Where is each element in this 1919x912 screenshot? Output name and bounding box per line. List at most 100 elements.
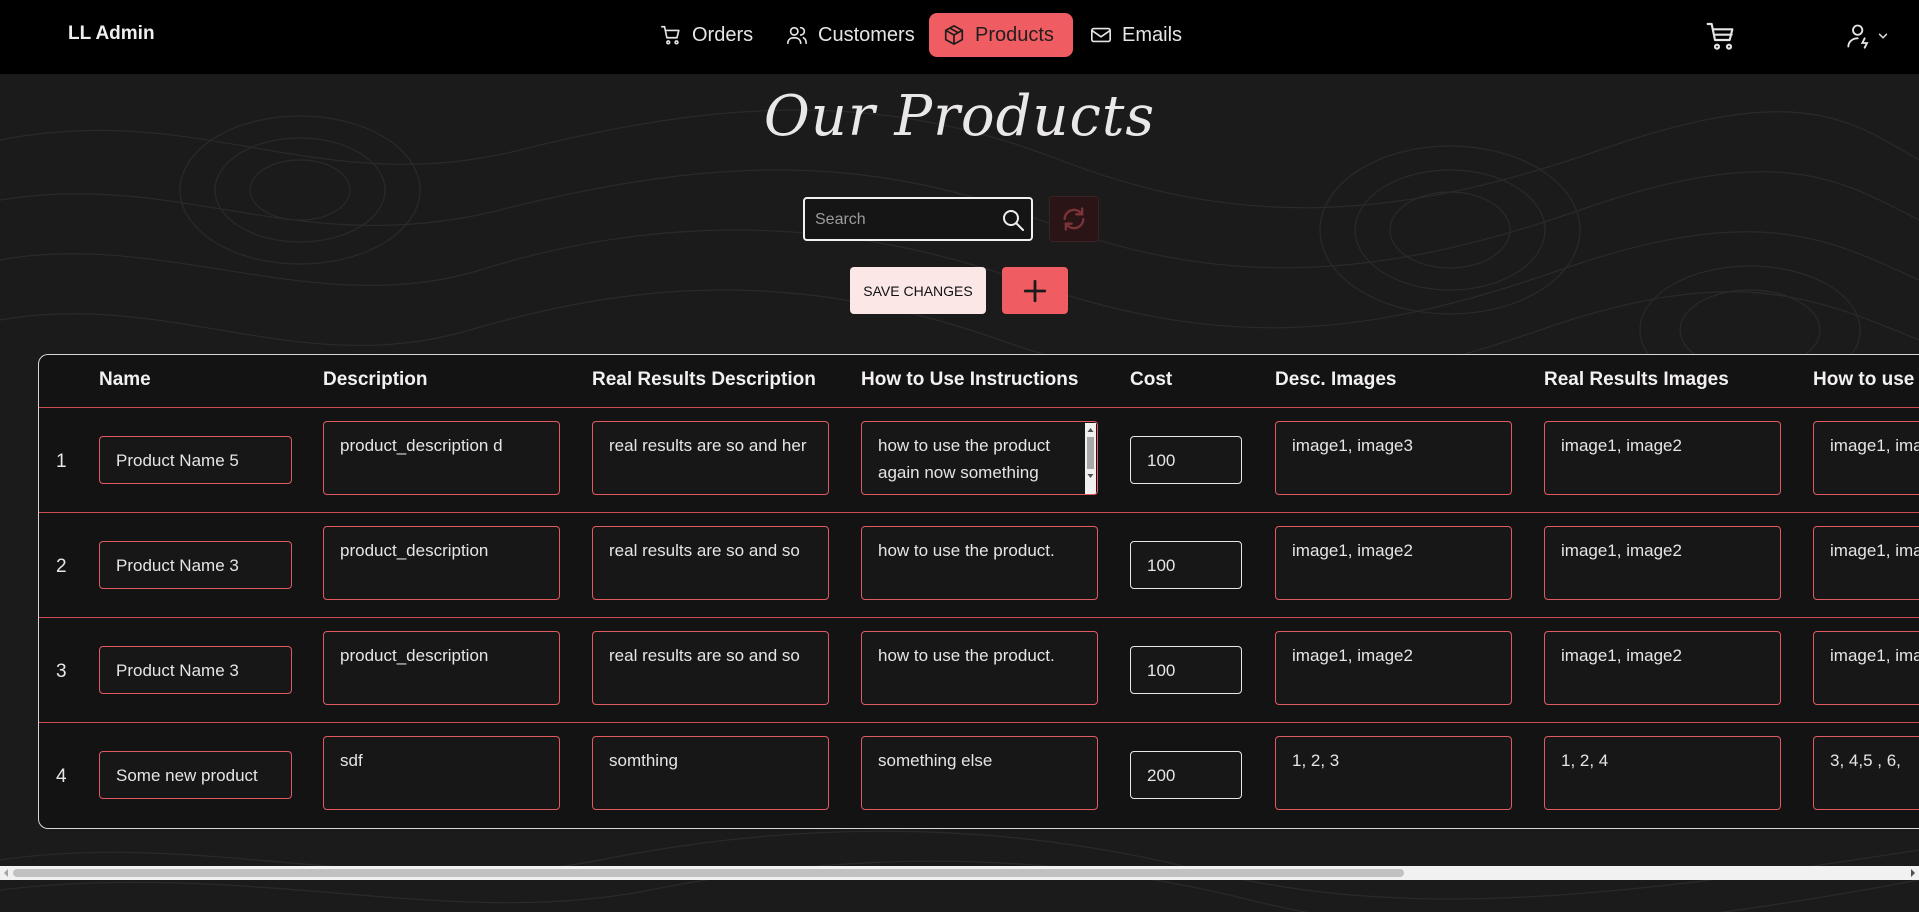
description-textarea[interactable]: product_description <box>323 631 560 705</box>
scroll-down-icon <box>1087 474 1094 478</box>
how-to-use-textarea[interactable]: how to use the product again now somethi… <box>861 421 1098 495</box>
product-name-input[interactable]: Product Name 3 <box>99 646 292 694</box>
column-header-desc-images: Desc. Images <box>1275 369 1397 390</box>
nav-emails[interactable]: Emails <box>1076 13 1196 57</box>
scroll-left-icon[interactable] <box>1 866 11 880</box>
textarea-scrollbar[interactable] <box>1085 423 1096 494</box>
real-results-text: real results are so and her <box>609 436 807 455</box>
column-header-name: Name <box>99 369 151 390</box>
column-header-description: Description <box>323 369 428 390</box>
search-icon[interactable] <box>1001 208 1025 232</box>
cart-icon[interactable] <box>1705 20 1737 52</box>
how-to-use-images-textarea[interactable]: 3, 4,5 , 6, <box>1813 736 1919 810</box>
real-results-textarea[interactable]: real results are so and so <box>592 526 829 600</box>
refresh-button[interactable] <box>1049 196 1099 242</box>
search-input[interactable] <box>813 207 997 233</box>
how-to-use-textarea[interactable]: how to use the product. <box>861 631 1098 705</box>
real-results-images-textarea[interactable]: image1, image2 <box>1544 631 1781 705</box>
real-results-images-text: image1, image2 <box>1561 436 1682 455</box>
how-to-use-images-textarea[interactable]: image1, ima <box>1813 631 1919 705</box>
how-to-use-images-text: image1, ima <box>1830 436 1919 455</box>
users-icon <box>787 26 807 45</box>
product-name-input[interactable]: Product Name 5 <box>99 436 292 484</box>
column-header-real-results-description: Real Results Description <box>592 369 816 390</box>
row-index: 1 <box>56 451 67 472</box>
description-textarea[interactable]: product_description <box>323 526 560 600</box>
cost-input[interactable]: 100 <box>1130 436 1242 484</box>
column-header-real-results-images: Real Results Images <box>1544 369 1729 390</box>
cost-input[interactable]: 100 <box>1130 646 1242 694</box>
desc-images-textarea[interactable]: 1, 2, 3 <box>1275 736 1512 810</box>
description-textarea[interactable]: product_description d <box>323 421 560 495</box>
how-to-use-textarea[interactable]: something else <box>861 736 1098 810</box>
column-header-how-to-use: How to Use Instructions <box>861 369 1079 390</box>
real-results-images-textarea[interactable]: 1, 2, 4 <box>1544 736 1781 810</box>
real-results-text: somthing <box>609 751 678 770</box>
real-results-images-text: image1, image2 <box>1561 541 1682 560</box>
how-to-use-text: how to use the product. <box>878 541 1055 560</box>
scroll-thumb[interactable] <box>13 869 1404 877</box>
mail-icon <box>1091 27 1111 43</box>
how-to-use-images-text: 3, 4,5 , 6, <box>1830 751 1901 770</box>
how-to-use-text: something else <box>878 751 993 770</box>
row-index: 2 <box>56 556 67 577</box>
product-name-input[interactable]: Product Name 3 <box>99 541 292 589</box>
row-divider <box>39 722 1919 723</box>
how-to-use-images-textarea[interactable]: image1, ima <box>1813 526 1919 600</box>
desc-images-textarea[interactable]: image1, image3 <box>1275 421 1512 495</box>
horizontal-scrollbar[interactable] <box>0 866 1919 880</box>
real-results-textarea[interactable]: somthing <box>592 736 829 810</box>
how-to-use-images-textarea[interactable]: image1, ima <box>1813 421 1919 495</box>
scroll-up-icon <box>1087 428 1094 432</box>
user-menu-button[interactable] <box>1846 20 1890 52</box>
add-product-button[interactable] <box>1002 267 1068 314</box>
nav-orders-label: Orders <box>692 23 754 46</box>
column-header-cost: Cost <box>1130 369 1173 390</box>
product-name-input[interactable]: Some new product <box>99 751 292 799</box>
scroll-right-icon[interactable] <box>1908 866 1918 880</box>
cart-icon <box>661 25 680 45</box>
page-title: Our Products <box>763 84 1156 149</box>
real-results-textarea[interactable]: real results are so and her <box>592 421 829 495</box>
description-text: product_description d <box>340 436 503 455</box>
row-index: 3 <box>56 661 67 682</box>
column-header-how-to-use-images: How to use I <box>1813 369 1919 390</box>
box-icon <box>944 24 964 46</box>
desc-images-textarea[interactable]: image1, image2 <box>1275 526 1512 600</box>
nav-products-label: Products <box>975 23 1054 46</box>
desc-images-text: image1, image2 <box>1292 541 1413 560</box>
real-results-images-text: image1, image2 <box>1561 646 1682 665</box>
nav-customers[interactable]: Customers <box>772 13 929 57</box>
desc-images-textarea[interactable]: image1, image2 <box>1275 631 1512 705</box>
desc-images-text: 1, 2, 3 <box>1292 751 1340 770</box>
how-to-use-textarea[interactable]: how to use the product. <box>861 526 1098 600</box>
real-results-textarea[interactable]: real results are so and so <box>592 631 829 705</box>
cost-input[interactable]: 100 <box>1130 541 1242 589</box>
products-table: Name Description Real Results Descriptio… <box>38 354 1919 829</box>
refresh-icon <box>1063 207 1085 231</box>
row-divider <box>39 617 1919 618</box>
plus-icon <box>1023 279 1047 302</box>
description-text: sdf <box>340 751 363 770</box>
scroll-thumb[interactable] <box>1087 437 1094 469</box>
desc-images-text: image1, image3 <box>1292 436 1413 455</box>
real-results-images-textarea[interactable]: image1, image2 <box>1544 421 1781 495</box>
nav-products[interactable]: Products <box>929 13 1073 57</box>
description-textarea[interactable]: sdf <box>323 736 560 810</box>
description-text: product_description <box>340 646 489 665</box>
nav-orders[interactable]: Orders <box>646 13 767 57</box>
cost-input[interactable]: 200 <box>1130 751 1242 799</box>
desc-images-text: image1, image2 <box>1292 646 1413 665</box>
row-index: 4 <box>56 766 67 787</box>
top-navbar: LL Admin Orders Customers Products Email… <box>0 0 1919 74</box>
how-to-use-text: how to use the product again now somethi… <box>878 436 1051 482</box>
real-results-images-textarea[interactable]: image1, image2 <box>1544 526 1781 600</box>
nav-customers-label: Customers <box>818 23 915 46</box>
how-to-use-images-text: image1, ima <box>1830 646 1919 665</box>
brand-logo[interactable]: LL Admin <box>68 23 155 45</box>
real-results-text: real results are so and so <box>609 541 800 560</box>
how-to-use-images-text: image1, ima <box>1830 541 1919 560</box>
save-changes-button[interactable]: SAVE CHANGES <box>850 267 986 314</box>
search-box <box>803 197 1033 241</box>
real-results-images-text: 1, 2, 4 <box>1561 751 1609 770</box>
